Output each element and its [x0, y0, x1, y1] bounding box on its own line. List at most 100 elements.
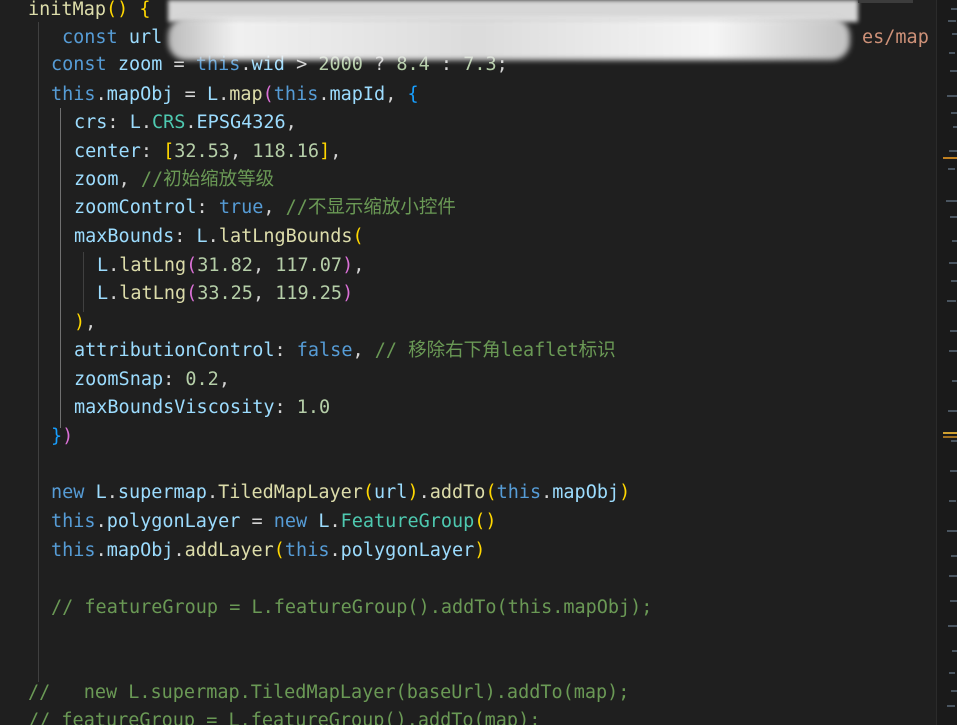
code-line[interactable]: crs: L.CRS.EPSG4326, — [74, 109, 936, 138]
code-token: maxBoundsViscosity — [74, 397, 275, 418]
minimap-line — [946, 200, 957, 202]
code-token: // featureGroup = L.featureGroup().addTo… — [51, 597, 653, 618]
redaction-blur — [168, 18, 850, 60]
code-line[interactable]: center: [32.53, 118.16], — [74, 138, 936, 167]
code-line[interactable]: // new L.supermap.TiledMapLayer(baseUrl)… — [28, 679, 936, 708]
code-token: 117.07 — [275, 255, 343, 276]
minimap-line — [948, 625, 957, 627]
code-token: , — [252, 255, 276, 276]
code-token: maxBounds — [74, 226, 175, 247]
code-line[interactable]: this.mapObj = L.map(this.mapId, { — [51, 81, 936, 110]
code-token: this — [273, 84, 319, 105]
minimap-line — [951, 280, 957, 282]
code-token: CRS — [151, 112, 186, 133]
code-token: url — [128, 27, 163, 48]
code-line[interactable]: attributionControl: false, // 移除右下角leafl… — [74, 337, 936, 366]
code-line[interactable]: // featureGroup = L.featureGroup().addTo… — [28, 707, 936, 725]
code-token: . — [108, 255, 120, 276]
code-line[interactable]: zoom, //初始缩放等级 — [74, 166, 936, 195]
code-token: addLayer — [184, 540, 274, 561]
code-token: . — [140, 112, 152, 133]
code-token: , — [252, 283, 276, 304]
minimap-line — [949, 262, 957, 264]
minimap-line — [952, 33, 957, 35]
code-token: : — [107, 112, 130, 133]
minimap-line — [950, 70, 957, 72]
minimap-line — [949, 672, 955, 674]
code-token: mapObj — [106, 84, 174, 105]
code-token: latLng — [119, 255, 187, 276]
code-token: false — [296, 340, 353, 361]
code-area[interactable]: initMap() {const url const zoom = this.wi… — [0, 0, 936, 725]
code-token: . — [418, 482, 430, 503]
code-line[interactable]: zoomSnap: 0.2, — [74, 366, 936, 395]
code-token: crs — [74, 112, 108, 133]
code-token: ) — [74, 312, 86, 333]
code-token: initMap — [28, 0, 106, 20]
code-token: ) — [342, 255, 354, 276]
code-token: . — [218, 84, 230, 105]
code-token: new — [51, 482, 96, 503]
code-token: 0.2 — [185, 369, 219, 390]
code-token: ( — [186, 283, 198, 304]
code-token: . — [173, 540, 185, 561]
code-token: this — [284, 540, 330, 561]
code-token: const — [51, 54, 118, 75]
code-line[interactable] — [51, 565, 936, 594]
code-line[interactable] — [51, 651, 936, 680]
minimap-line — [949, 575, 957, 577]
indent-guide — [83, 252, 84, 312]
code-token: . — [206, 482, 219, 503]
code-token: = — [240, 511, 274, 532]
minimap-line — [951, 690, 957, 692]
minimap-line — [949, 150, 957, 152]
minimap-line — [951, 112, 957, 114]
code-token: 31.82 — [197, 255, 253, 276]
code-line[interactable]: maxBounds: L.latLngBounds( — [74, 223, 936, 252]
minimap-line — [952, 240, 957, 242]
code-editor[interactable]: initMap() {const url const zoom = this.wi… — [0, 0, 957, 725]
code-line[interactable]: L.latLng(31.82, 117.07), — [97, 252, 936, 281]
code-line[interactable]: new L.supermap.TiledMapLayer(url).addTo(… — [51, 479, 936, 508]
code-token: zoomControl — [74, 197, 197, 218]
code-token: . — [329, 540, 341, 561]
minimap-marker — [943, 157, 957, 159]
code-token: L — [129, 112, 141, 133]
code-token: , — [85, 312, 97, 333]
minimap-line — [949, 350, 957, 352]
code-token: { — [139, 0, 151, 20]
code-token: L — [206, 84, 219, 105]
code-token: , — [353, 255, 365, 276]
code-line[interactable] — [51, 451, 936, 480]
code-line[interactable]: // featureGroup = L.featureGroup().addTo… — [51, 594, 936, 623]
code-token: } — [51, 426, 63, 447]
minimap[interactable] — [936, 0, 957, 725]
code-token: , — [385, 84, 408, 105]
code-token: . — [95, 511, 107, 532]
minimap-line — [952, 380, 957, 382]
code-line[interactable]: maxBoundsViscosity: 1.0 — [74, 394, 936, 423]
code-token: : — [274, 340, 297, 361]
code-token: ) — [342, 283, 354, 304]
indent-guide — [60, 108, 61, 428]
code-line[interactable]: this.polygonLayer = new L.FeatureGroup() — [51, 508, 936, 537]
code-token: url — [374, 482, 408, 503]
code-token: , — [218, 369, 230, 390]
minimap-marker — [943, 432, 957, 434]
code-token: EPSG4326 — [196, 112, 286, 133]
code-token: : — [163, 369, 186, 390]
code-line[interactable]: this.mapObj.addLayer(this.polygonLayer) — [51, 537, 936, 566]
code-token: //不显示缩放小控件 — [285, 197, 456, 218]
code-line[interactable]: ), — [74, 309, 936, 338]
code-line[interactable]: }) — [51, 423, 936, 452]
minimap-line — [951, 555, 957, 557]
code-token: 119.25 — [275, 283, 343, 304]
minimap-line — [947, 300, 956, 302]
code-token: ) — [407, 482, 419, 503]
code-token: latLng — [119, 283, 187, 304]
code-line[interactable]: L.latLng(33.25, 119.25) — [97, 280, 936, 309]
code-token: const — [62, 27, 129, 48]
code-line[interactable] — [51, 622, 936, 651]
code-line[interactable]: zoomControl: true, //不显示缩放小控件 — [74, 194, 936, 223]
code-token: //初始缩放等级 — [140, 169, 275, 190]
